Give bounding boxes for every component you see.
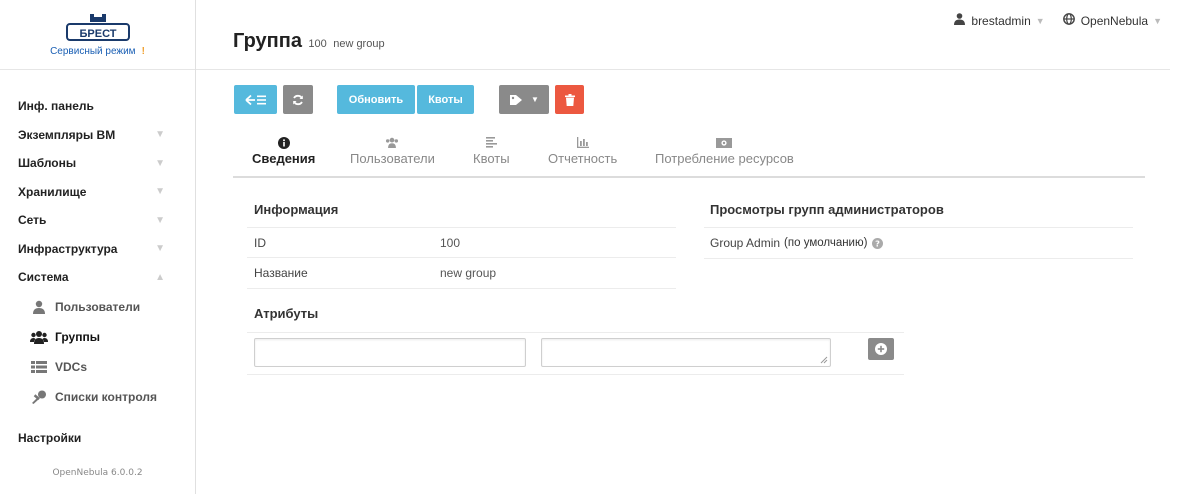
admin-views-title: Просмотры групп администраторов [710,202,944,217]
sidebar: БРЕСТ Сервисный режим! Инф. панель Экзем… [0,0,196,494]
bar-chart-icon [576,137,589,151]
delete-button[interactable] [555,85,584,114]
list-icon [30,360,48,374]
attribute-value-textarea[interactable] [541,338,831,367]
svg-text:?: ? [876,238,881,248]
users-icon [384,137,400,151]
quotas-button[interactable]: Квоты [417,85,474,114]
version-label: OpenNebula 6.0.0.2 [52,468,143,478]
sidebar-item-vm-instances[interactable]: Экземпляры ВМ ▼ [0,121,195,150]
labels-dropdown-button[interactable]: ▼ [499,85,549,114]
trash-icon [564,93,575,106]
tab-accounting[interactable]: Отчетность [548,137,617,166]
chevron-down-icon: ▼ [1153,15,1162,26]
sidebar-subitem-acls[interactable]: Списки контроля [0,382,195,412]
chevron-down-icon: ▼ [155,157,165,169]
add-attribute-button[interactable] [868,338,894,360]
sidebar-nav: Инф. панель Экземпляры ВМ ▼ Шаблоны ▼ Хран… [0,70,195,452]
tab-quotas[interactable]: Квоты [473,137,510,166]
sidebar-item-infrastructure[interactable]: Инфраструктура ▼ [0,235,195,264]
chevron-up-icon: ▲ [155,271,165,283]
brest-logo: БРЕСТ [65,14,130,41]
align-icon [485,137,497,151]
user-icon [954,13,966,28]
warning-icon: ! [141,46,145,57]
info-icon [277,137,290,151]
tab-info[interactable]: Сведения [252,137,315,166]
plus-circle-icon [875,343,887,355]
update-button[interactable]: Обновить [337,85,415,114]
logo-wordmark: БРЕСТ [79,28,116,40]
chevron-down-icon: ▼ [155,186,165,198]
user-icon [30,300,48,314]
group-name: new group [333,38,385,50]
attributes-title: Атрибуты [254,306,319,321]
chevron-down-icon: ▼ [1035,15,1045,26]
tab-bar: Сведения Пользователи Квоты Отчетность П… [233,137,1145,178]
sidebar-item-system[interactable]: Система ▲ [0,263,195,292]
sidebar-item-network[interactable]: Сеть ▼ [0,206,195,235]
sidebar-subitem-groups[interactable]: Группы [0,322,195,352]
info-section-title: Информация [254,202,339,217]
info-row-id: ID 100 [247,227,676,257]
zone-menu[interactable]: OpenNebula ▼ [1062,13,1162,28]
key-icon [30,390,48,404]
refresh-button[interactable] [283,85,313,114]
caret-down-icon: ▼ [531,95,539,104]
chevron-down-icon: ▼ [155,129,165,141]
back-to-list-button[interactable] [234,85,277,114]
header: Группа 100 new group brestadmin ▼ OpenNe… [196,0,1170,70]
tags-icon [510,94,523,105]
chevron-down-icon: ▼ [155,243,165,255]
back-list-icon [244,94,266,105]
user-area: brestadmin ▼ OpenNebula ▼ [936,13,1162,28]
sidebar-item-templates[interactable]: Шаблоны ▼ [0,149,195,178]
resize-handle-icon [820,356,828,364]
attribute-key-input[interactable] [254,338,526,367]
logo[interactable]: БРЕСТ Сервисный режим! [0,0,195,70]
tab-showback[interactable]: Потребление ресурсов [655,137,794,166]
page-title: Группа 100 new group [233,30,385,52]
chevron-down-icon: ▼ [155,214,165,226]
sidebar-item-settings[interactable]: Настройки [0,424,195,453]
help-icon[interactable]: ? [872,237,884,249]
sidebar-item-storage[interactable]: Хранилище ▼ [0,178,195,207]
refresh-icon [293,94,303,105]
money-icon [716,137,733,151]
info-row-name: Название new group [247,257,676,289]
tab-users[interactable]: Пользователи [350,137,435,166]
user-menu[interactable]: brestadmin ▼ [954,13,1045,28]
group-id: 100 [308,38,327,50]
sidebar-subitem-vdcs[interactable]: VDCs [0,352,195,382]
admin-view-row: Group Admin (по умолчанию) ? [704,227,1133,259]
sidebar-item-dashboard[interactable]: Инф. панель [0,92,195,121]
globe-icon [1062,13,1075,28]
sidebar-subitem-users[interactable]: Пользователи [0,292,195,322]
users-icon [30,330,48,344]
service-mode-label: Сервисный режим! [50,46,145,57]
